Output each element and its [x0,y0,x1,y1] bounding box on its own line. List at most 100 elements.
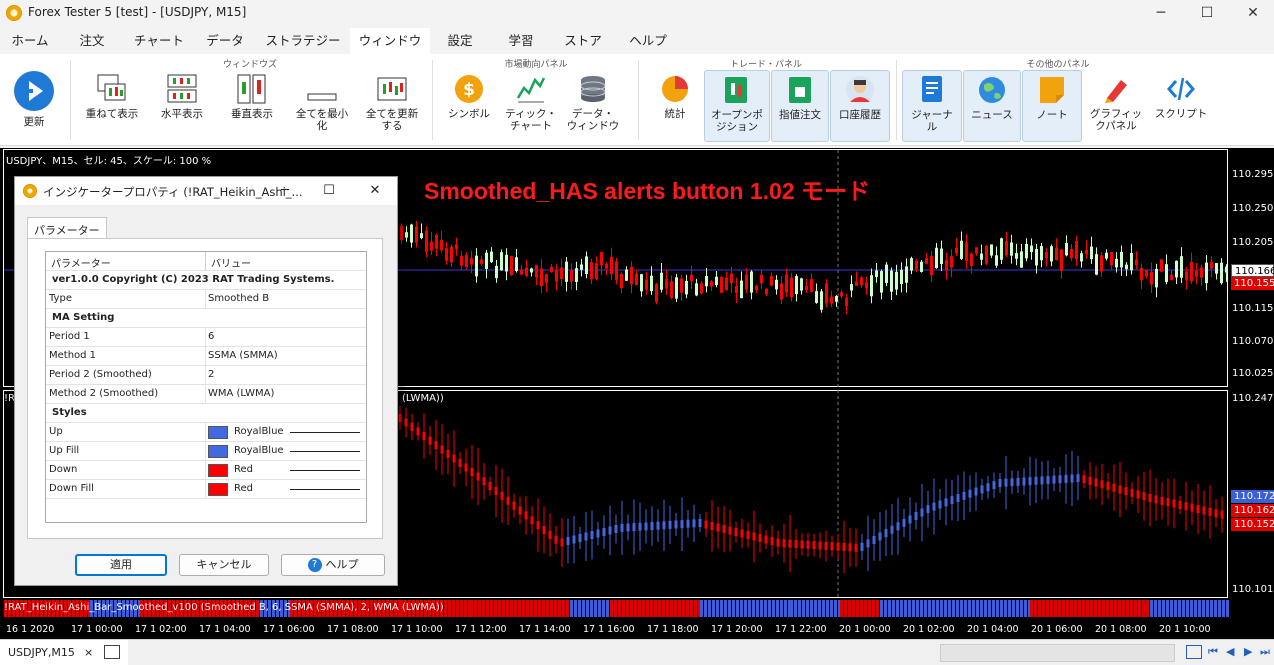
tick-chart-button[interactable]: ティック・ チャート [502,70,560,142]
param-value[interactable]: SSMA (SMMA) [208,350,278,361]
dialog-title-bar[interactable]: インジケータープロパティ (!RAT_Heikin_Ashi_... ─ ☐ ✕ [15,177,397,205]
first-bar-icon[interactable]: ⏮ [1208,645,1218,659]
cascade-button[interactable]: 重ねて表示 [80,70,144,142]
tab-window[interactable]: ウィンドウ [350,28,430,54]
tile-vertical-button[interactable]: 垂直表示 [220,70,284,142]
grid-param-row[interactable]: Up RoyalBlue [46,423,366,442]
close-button[interactable]: ✕ [1230,0,1274,26]
refresh-label: 更新 [23,116,45,128]
indicator-overlay-title[interactable]: Smoothed_HAS alerts button 1.02 モード [424,172,870,206]
dialog-minimize-button[interactable]: ─ [273,181,297,201]
indicator-body [620,523,624,532]
color-swatch[interactable] [208,483,228,496]
grid-param-row[interactable]: Period 2 (Smoothed) 2 [46,366,366,385]
tab-data[interactable]: データ [200,28,250,54]
dialog-maximize-button[interactable]: ☐ [317,181,341,201]
journal-button[interactable]: ジャーナ ル [902,70,962,142]
minimize-all-button[interactable]: 全てを最小 化 [290,70,354,142]
chart-tab-close-icon[interactable]: × [84,646,93,659]
strip-bar [526,600,529,617]
divider [896,60,897,140]
candle-body [875,270,878,277]
tab-learning[interactable]: 学習 [500,28,542,54]
news-button[interactable]: ニュース [963,70,1021,142]
notes-button[interactable]: ノート [1022,70,1082,142]
tab-store[interactable]: ストア [562,28,604,54]
cancel-button[interactable]: キャンセル [179,554,269,576]
apply-button[interactable]: 適用 [75,554,167,576]
tab-settings[interactable]: 設定 [440,28,480,54]
candle-body [760,274,763,284]
candle-body [1085,249,1088,255]
price-tick: 110.025 [1232,368,1274,379]
tab-help[interactable]: ヘルプ [626,28,670,54]
grid-param-row[interactable]: Period 1 6 [46,328,366,347]
color-swatch[interactable] [208,445,228,458]
chart-settings-icon[interactable] [1186,645,1202,659]
grid-param-row[interactable]: Method 1 SSMA (SMMA) [46,347,366,366]
strip-bar [740,600,743,617]
strip-indicator-label: !RAT_Heikin_Ashi_Bar_Smoothed_v100 (Smoo… [4,602,444,613]
group-label-market: 市場動向パネル [504,60,568,70]
graphics-panel-button[interactable]: グラフィッ クパネル [1086,70,1146,142]
window-list-icon[interactable] [104,645,120,659]
candle-body [585,256,588,274]
indicator-body [794,540,798,548]
indicator-body [950,496,954,505]
indicator-body [1166,498,1170,507]
indicator-body [512,501,516,510]
candle-body [580,264,583,270]
param-value[interactable]: WMA (LWMA) [208,388,274,399]
indicator-body [428,436,432,445]
script-button[interactable]: スクリプト [1150,70,1212,142]
indicator-body [434,441,438,449]
strip-bar [626,600,629,617]
update-all-button[interactable]: 全てを更新 する [360,70,424,142]
tab-chart[interactable]: チャート [130,28,188,54]
candle-body [1005,241,1008,256]
prev-bar-icon[interactable]: ◀ [1226,645,1234,658]
tab-strategy[interactable]: ストラテジー [264,28,342,54]
param-value[interactable]: 6 [208,331,214,342]
grid-param-row[interactable]: Method 2 (Smoothed) WMA (LWMA) [46,385,366,404]
param-value[interactable]: Red [234,464,253,475]
pending-orders-button[interactable]: 指値注文 [771,70,829,142]
dialog-close-button[interactable]: ✕ [363,181,387,201]
tab-parameters[interactable]: パラメーター [27,217,107,239]
candle-body [1225,266,1228,273]
grid-param-row[interactable]: Down Fill Red [46,480,366,499]
open-positions-button[interactable]: オープンポ ジション [704,70,770,142]
chart-tab-label: USDJPY,M15 [8,646,75,659]
parameter-grid[interactable]: パラメーター バリュー ver1.0.0 Copyright (C) 2023 … [45,251,367,523]
statistics-button[interactable]: 統計 [648,70,702,142]
param-name: Method 2 (Smoothed) [49,388,159,399]
tile-horizontal-button[interactable]: 水平表示 [150,70,214,142]
maximize-button[interactable]: ☐ [1184,0,1230,26]
strip-bar [586,600,589,617]
indicator-body [1082,475,1086,484]
account-history-button[interactable]: 口座履歴 [830,70,890,142]
chart-tab-usdjpy[interactable]: USDJPY,M15 × [0,640,128,665]
strip-bar [764,600,767,617]
next-bar-icon[interactable]: ▶ [1244,645,1252,658]
param-value[interactable]: RoyalBlue [234,445,284,456]
grid-param-row[interactable]: Down Red [46,461,366,480]
color-swatch[interactable] [208,464,228,477]
param-value[interactable]: 2 [208,369,214,380]
last-bar-icon[interactable]: ⏭ [1260,645,1270,659]
symbol-button[interactable]: $ シンボル [440,70,498,142]
param-value[interactable]: Smoothed B [208,293,269,304]
refresh-button[interactable]: 更新 [6,70,62,142]
tab-home[interactable]: ホーム [4,28,56,54]
param-value[interactable]: RoyalBlue [234,426,284,437]
chart-scrollbar[interactable] [940,644,1175,662]
color-swatch[interactable] [208,426,228,439]
grid-param-row[interactable]: Type Smoothed B [46,290,366,309]
strip-bar [1008,600,1011,617]
grid-param-row[interactable]: Up Fill RoyalBlue [46,442,366,461]
tab-orders[interactable]: 注文 [66,28,118,54]
data-window-button[interactable]: データ・ ウィンドウ [564,70,622,142]
minimize-button[interactable]: ─ [1138,0,1184,26]
param-value[interactable]: Red [234,483,253,494]
help-button[interactable]: ? ヘルプ [281,554,385,576]
